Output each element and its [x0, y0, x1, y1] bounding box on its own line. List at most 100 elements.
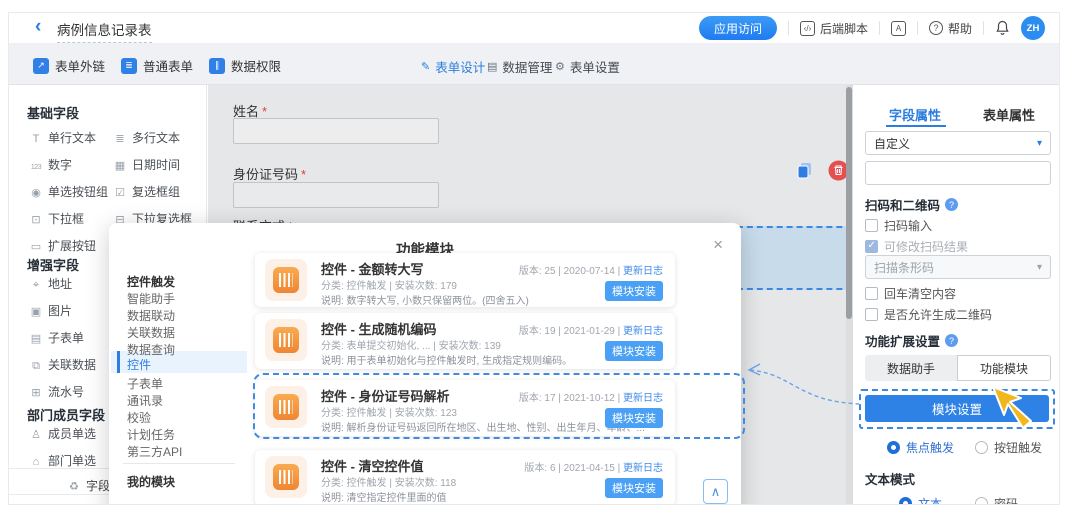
- category-item-linked-data[interactable]: 关联数据: [127, 324, 175, 341]
- field-item-radio-group[interactable]: ◉单选按钮组: [29, 183, 108, 200]
- changelog-link[interactable]: 更新日志: [623, 463, 663, 474]
- checkbox-label: 是否允许生成二维码: [884, 306, 992, 323]
- changelog-link[interactable]: 更新日志: [623, 326, 663, 337]
- field-title-input[interactable]: [865, 161, 1051, 185]
- field-item-dropdown[interactable]: ⊡下拉框: [29, 210, 84, 227]
- field-item-subform[interactable]: ▤子表单: [29, 329, 84, 346]
- chevron-down-icon: ▾: [1037, 138, 1042, 149]
- segment-data-helper[interactable]: 数据助手: [865, 355, 957, 381]
- field-item-single-line-text[interactable]: T单行文本: [29, 129, 96, 146]
- field-item-image[interactable]: ▣图片: [29, 302, 72, 319]
- category-item-contacts[interactable]: 通讯录: [127, 392, 163, 409]
- section-title-dept-member-fields: 部门成员字段: [27, 405, 105, 424]
- location-icon: ⌖: [29, 279, 43, 292]
- category-item-validation[interactable]: 校验: [127, 409, 151, 426]
- select-value: 自定义: [874, 135, 910, 152]
- module-card-random-code[interactable]: 控件 - 生成随机编码 版本: 19 | 2021-01-29 | 更新日志 分…: [255, 313, 675, 369]
- field-item-member-single[interactable]: ♙成员单选: [29, 425, 96, 442]
- field-item-checkbox-group[interactable]: ☑复选框组: [113, 183, 180, 200]
- module-install-button[interactable]: 模块安装: [605, 281, 663, 301]
- checkbox[interactable]: [865, 308, 878, 321]
- category-item-subform[interactable]: 子表单: [127, 375, 163, 392]
- field-item-dept-single[interactable]: ⌂部门单选: [29, 452, 96, 469]
- module-install-button[interactable]: 模块安装: [605, 341, 663, 361]
- notification-button[interactable]: [995, 20, 1010, 36]
- backend-script-button[interactable]: ‹/› 后端脚本: [800, 20, 868, 37]
- module-install-button[interactable]: 模块安装: [605, 478, 663, 498]
- toolbar-item-form-external-link[interactable]: ↗ 表单外链: [33, 56, 105, 75]
- radio-selected[interactable]: [899, 497, 912, 505]
- field-item-datetime[interactable]: ▦日期时间: [113, 156, 180, 173]
- changelog-link[interactable]: 更新日志: [623, 266, 663, 277]
- radio-focus-trigger[interactable]: 焦点触发: [887, 439, 954, 456]
- checkbox-checked[interactable]: [865, 240, 878, 253]
- checkbox-editable-scan-result[interactable]: 可修改扫码结果: [865, 238, 968, 255]
- field-item-address[interactable]: ⌖地址: [29, 275, 72, 292]
- module-card-amount-to-words[interactable]: 控件 - 金额转大写 版本: 25 | 2020-07-14 | 更新日志 分类…: [255, 253, 675, 307]
- radio-button-trigger[interactable]: 按钮触发: [975, 439, 1042, 456]
- id-number-input[interactable]: [233, 182, 439, 208]
- translate-button[interactable]: A: [891, 21, 906, 36]
- tab-form-properties[interactable]: 表单属性: [983, 105, 1035, 124]
- barcode-type-select[interactable]: 扫描条形码▾: [865, 255, 1051, 279]
- field-item-extend-button[interactable]: ▭扩展按钮: [29, 237, 96, 254]
- module-card-id-number-parse[interactable]: 控件 - 身份证号码解析 版本: 17 | 2021-10-12 | 更新日志 …: [255, 380, 675, 436]
- field-item-serial-number[interactable]: ⊞流水号: [29, 383, 84, 400]
- radio-password-mode[interactable]: 密码: [975, 495, 1018, 505]
- tab-form-settings[interactable]: ⚙ 表单设置: [555, 57, 620, 76]
- changelog-link[interactable]: 更新日志: [623, 393, 663, 404]
- bell-icon: [995, 20, 1010, 36]
- link-data-icon: ⧉: [29, 360, 43, 373]
- tab-label: 表单设计: [435, 57, 485, 76]
- toolbar-item-data-permission[interactable]: ∥ 数据权限: [209, 56, 281, 75]
- field-item-label: 流水号: [48, 385, 84, 399]
- function-module-dialog: 功能模块 × 控件触发 智能助手 数据联动 关联数据 数据查询 控件 子表单 通…: [109, 223, 741, 505]
- field-item-label: 部门单选: [48, 454, 96, 468]
- field-item-linked-data[interactable]: ⧉关联数据: [29, 356, 96, 373]
- bars-icon: ∥: [209, 58, 225, 74]
- field-item-label: 数字: [48, 158, 72, 172]
- segment-function-module[interactable]: 功能模块: [957, 355, 1051, 381]
- category-item-smart-assistant[interactable]: 智能助手: [127, 290, 175, 307]
- scroll-top-button[interactable]: ∧: [703, 479, 728, 504]
- radio[interactable]: [975, 497, 988, 505]
- checkbox-allow-qr-generate[interactable]: 是否允许生成二维码: [865, 306, 992, 323]
- tab-field-properties[interactable]: 字段属性: [889, 105, 941, 124]
- checkbox-icon: ☑: [113, 186, 127, 199]
- category-item-third-party-api[interactable]: 第三方API: [127, 443, 182, 460]
- checkbox-clear-on-enter[interactable]: 回车清空内容: [865, 285, 956, 302]
- category-item-control[interactable]: 控件: [127, 356, 151, 373]
- radio-selected[interactable]: [887, 441, 900, 454]
- tab-form-design[interactable]: ✎ 表单设计: [421, 57, 485, 76]
- category-item-control-trigger[interactable]: 控件触发: [127, 273, 175, 290]
- category-item-data-linkage[interactable]: 数据联动: [127, 307, 175, 324]
- radio-text-mode[interactable]: 文本: [899, 495, 942, 505]
- close-icon[interactable]: ×: [713, 235, 723, 255]
- module-card-clear-value[interactable]: 控件 - 清空控件值 版本: 6 | 2021-04-15 | 更新日志 分类:…: [255, 450, 675, 505]
- back-button[interactable]: ‹: [35, 16, 41, 38]
- field-item-number[interactable]: 123数字: [29, 156, 72, 173]
- checkbox[interactable]: [865, 219, 878, 232]
- help-circle-icon[interactable]: ?: [945, 198, 958, 211]
- help-circle-icon[interactable]: ?: [945, 334, 958, 347]
- field-item-multi-line-text[interactable]: ≣多行文本: [113, 129, 180, 146]
- module-settings-button[interactable]: 模块设置: [865, 395, 1049, 422]
- gear-icon: ⚙: [555, 60, 565, 73]
- category-item-scheduled-task[interactable]: 计划任务: [127, 426, 175, 443]
- user-avatar[interactable]: ZH: [1021, 16, 1045, 40]
- tab-label: 表单设置: [570, 57, 620, 76]
- category-item-my-modules[interactable]: 我的模块: [127, 473, 175, 490]
- radio[interactable]: [975, 441, 988, 454]
- checkbox-scan-input[interactable]: 扫码输入: [865, 217, 932, 234]
- tab-data-management[interactable]: ▤ 数据管理: [487, 57, 552, 76]
- custom-type-select[interactable]: 自定义 ▾: [865, 131, 1051, 155]
- app-access-button[interactable]: 应用访问: [699, 16, 777, 40]
- name-input[interactable]: [233, 118, 439, 144]
- checkbox[interactable]: [865, 287, 878, 300]
- help-button[interactable]: ? 帮助: [929, 20, 972, 37]
- copy-field-icon[interactable]: [794, 160, 815, 181]
- module-install-button[interactable]: 模块安装: [605, 408, 663, 428]
- barcode-icon: [273, 394, 299, 420]
- app-window: ‹ 病例信息记录表 应用访问 ‹/› 后端脚本 A ? 帮助 ZH: [8, 12, 1060, 505]
- toolbar-item-normal-form[interactable]: ≣ 普通表单: [121, 56, 193, 75]
